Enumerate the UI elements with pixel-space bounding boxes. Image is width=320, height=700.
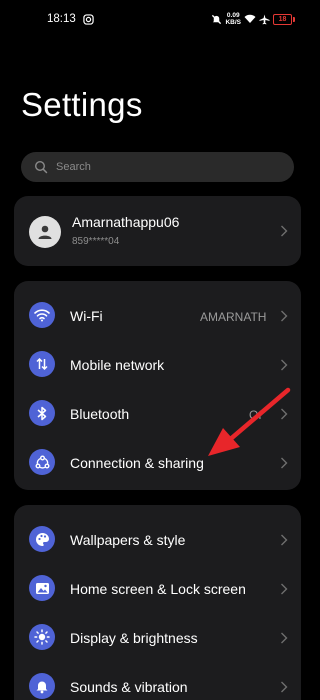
mobile-network-icon bbox=[29, 351, 55, 377]
account-card[interactable]: Amarnathappu06 859*****04 bbox=[14, 196, 301, 266]
display-brightness-row[interactable]: Display & brightness bbox=[14, 609, 301, 658]
brightness-icon bbox=[29, 624, 55, 650]
chevron-right-icon bbox=[281, 359, 288, 371]
settings-screen: 18:13 0.09 KB/S 18 Settings Search Amarn… bbox=[0, 0, 315, 700]
account-phone: 859*****04 bbox=[72, 236, 120, 247]
chevron-right-icon bbox=[281, 583, 288, 595]
personalization-settings-group: Wallpapers & style Home screen & Lock sc… bbox=[14, 505, 301, 700]
page-title: Settings bbox=[21, 86, 143, 123]
status-icons: 0.09 KB/S 18 bbox=[211, 12, 295, 26]
search-placeholder: Search bbox=[56, 161, 91, 173]
wifi-label: Wi-Fi bbox=[70, 308, 103, 324]
connection-sharing-icon bbox=[29, 449, 55, 475]
bluetooth-icon bbox=[29, 400, 55, 426]
bluetooth-label: Bluetooth bbox=[70, 406, 130, 422]
chevron-right-icon bbox=[281, 225, 288, 237]
status-time: 18:13 bbox=[47, 13, 76, 25]
chevron-right-icon bbox=[281, 310, 288, 322]
chevron-right-icon bbox=[281, 534, 288, 546]
instagram-notification-icon bbox=[83, 14, 94, 25]
home-lock-screen-label: Home screen & Lock screen bbox=[70, 581, 246, 597]
wallpapers-style-row[interactable]: Wallpapers & style bbox=[14, 511, 301, 560]
home-lock-screen-row[interactable]: Home screen & Lock screen bbox=[14, 560, 301, 609]
status-bar: 18:13 0.09 KB/S 18 bbox=[0, 10, 315, 30]
search-input[interactable]: Search bbox=[21, 152, 294, 182]
chevron-right-icon bbox=[281, 681, 288, 693]
silent-bell-icon bbox=[212, 14, 222, 24]
wifi-row[interactable]: Wi-Fi AMARNATH bbox=[14, 287, 301, 336]
sounds-vibration-row[interactable]: Sounds & vibration bbox=[14, 658, 301, 700]
search-icon bbox=[34, 160, 48, 174]
chevron-right-icon bbox=[281, 632, 288, 644]
battery-indicator: 18 bbox=[273, 13, 295, 25]
network-speed: 0.09 KB/S bbox=[225, 12, 241, 26]
airplane-mode-icon bbox=[259, 13, 270, 24]
connection-sharing-label: Connection & sharing bbox=[70, 455, 204, 471]
wallpapers-style-label: Wallpapers & style bbox=[70, 532, 186, 548]
avatar bbox=[29, 216, 61, 248]
wifi-icon bbox=[29, 302, 55, 328]
mobile-network-label: Mobile network bbox=[70, 357, 165, 373]
mobile-network-row[interactable]: Mobile network bbox=[14, 336, 301, 385]
image-icon bbox=[29, 575, 55, 601]
sounds-vibration-label: Sounds & vibration bbox=[70, 679, 188, 695]
person-icon bbox=[38, 225, 52, 239]
red-annotation-arrow bbox=[208, 387, 291, 456]
bell-icon bbox=[29, 673, 55, 699]
wifi-status-icon bbox=[244, 14, 256, 23]
palette-icon bbox=[29, 526, 55, 552]
wifi-network-name: AMARNATH bbox=[200, 310, 267, 324]
display-brightness-label: Display & brightness bbox=[70, 630, 198, 646]
account-name: Amarnathappu06 bbox=[72, 214, 180, 230]
